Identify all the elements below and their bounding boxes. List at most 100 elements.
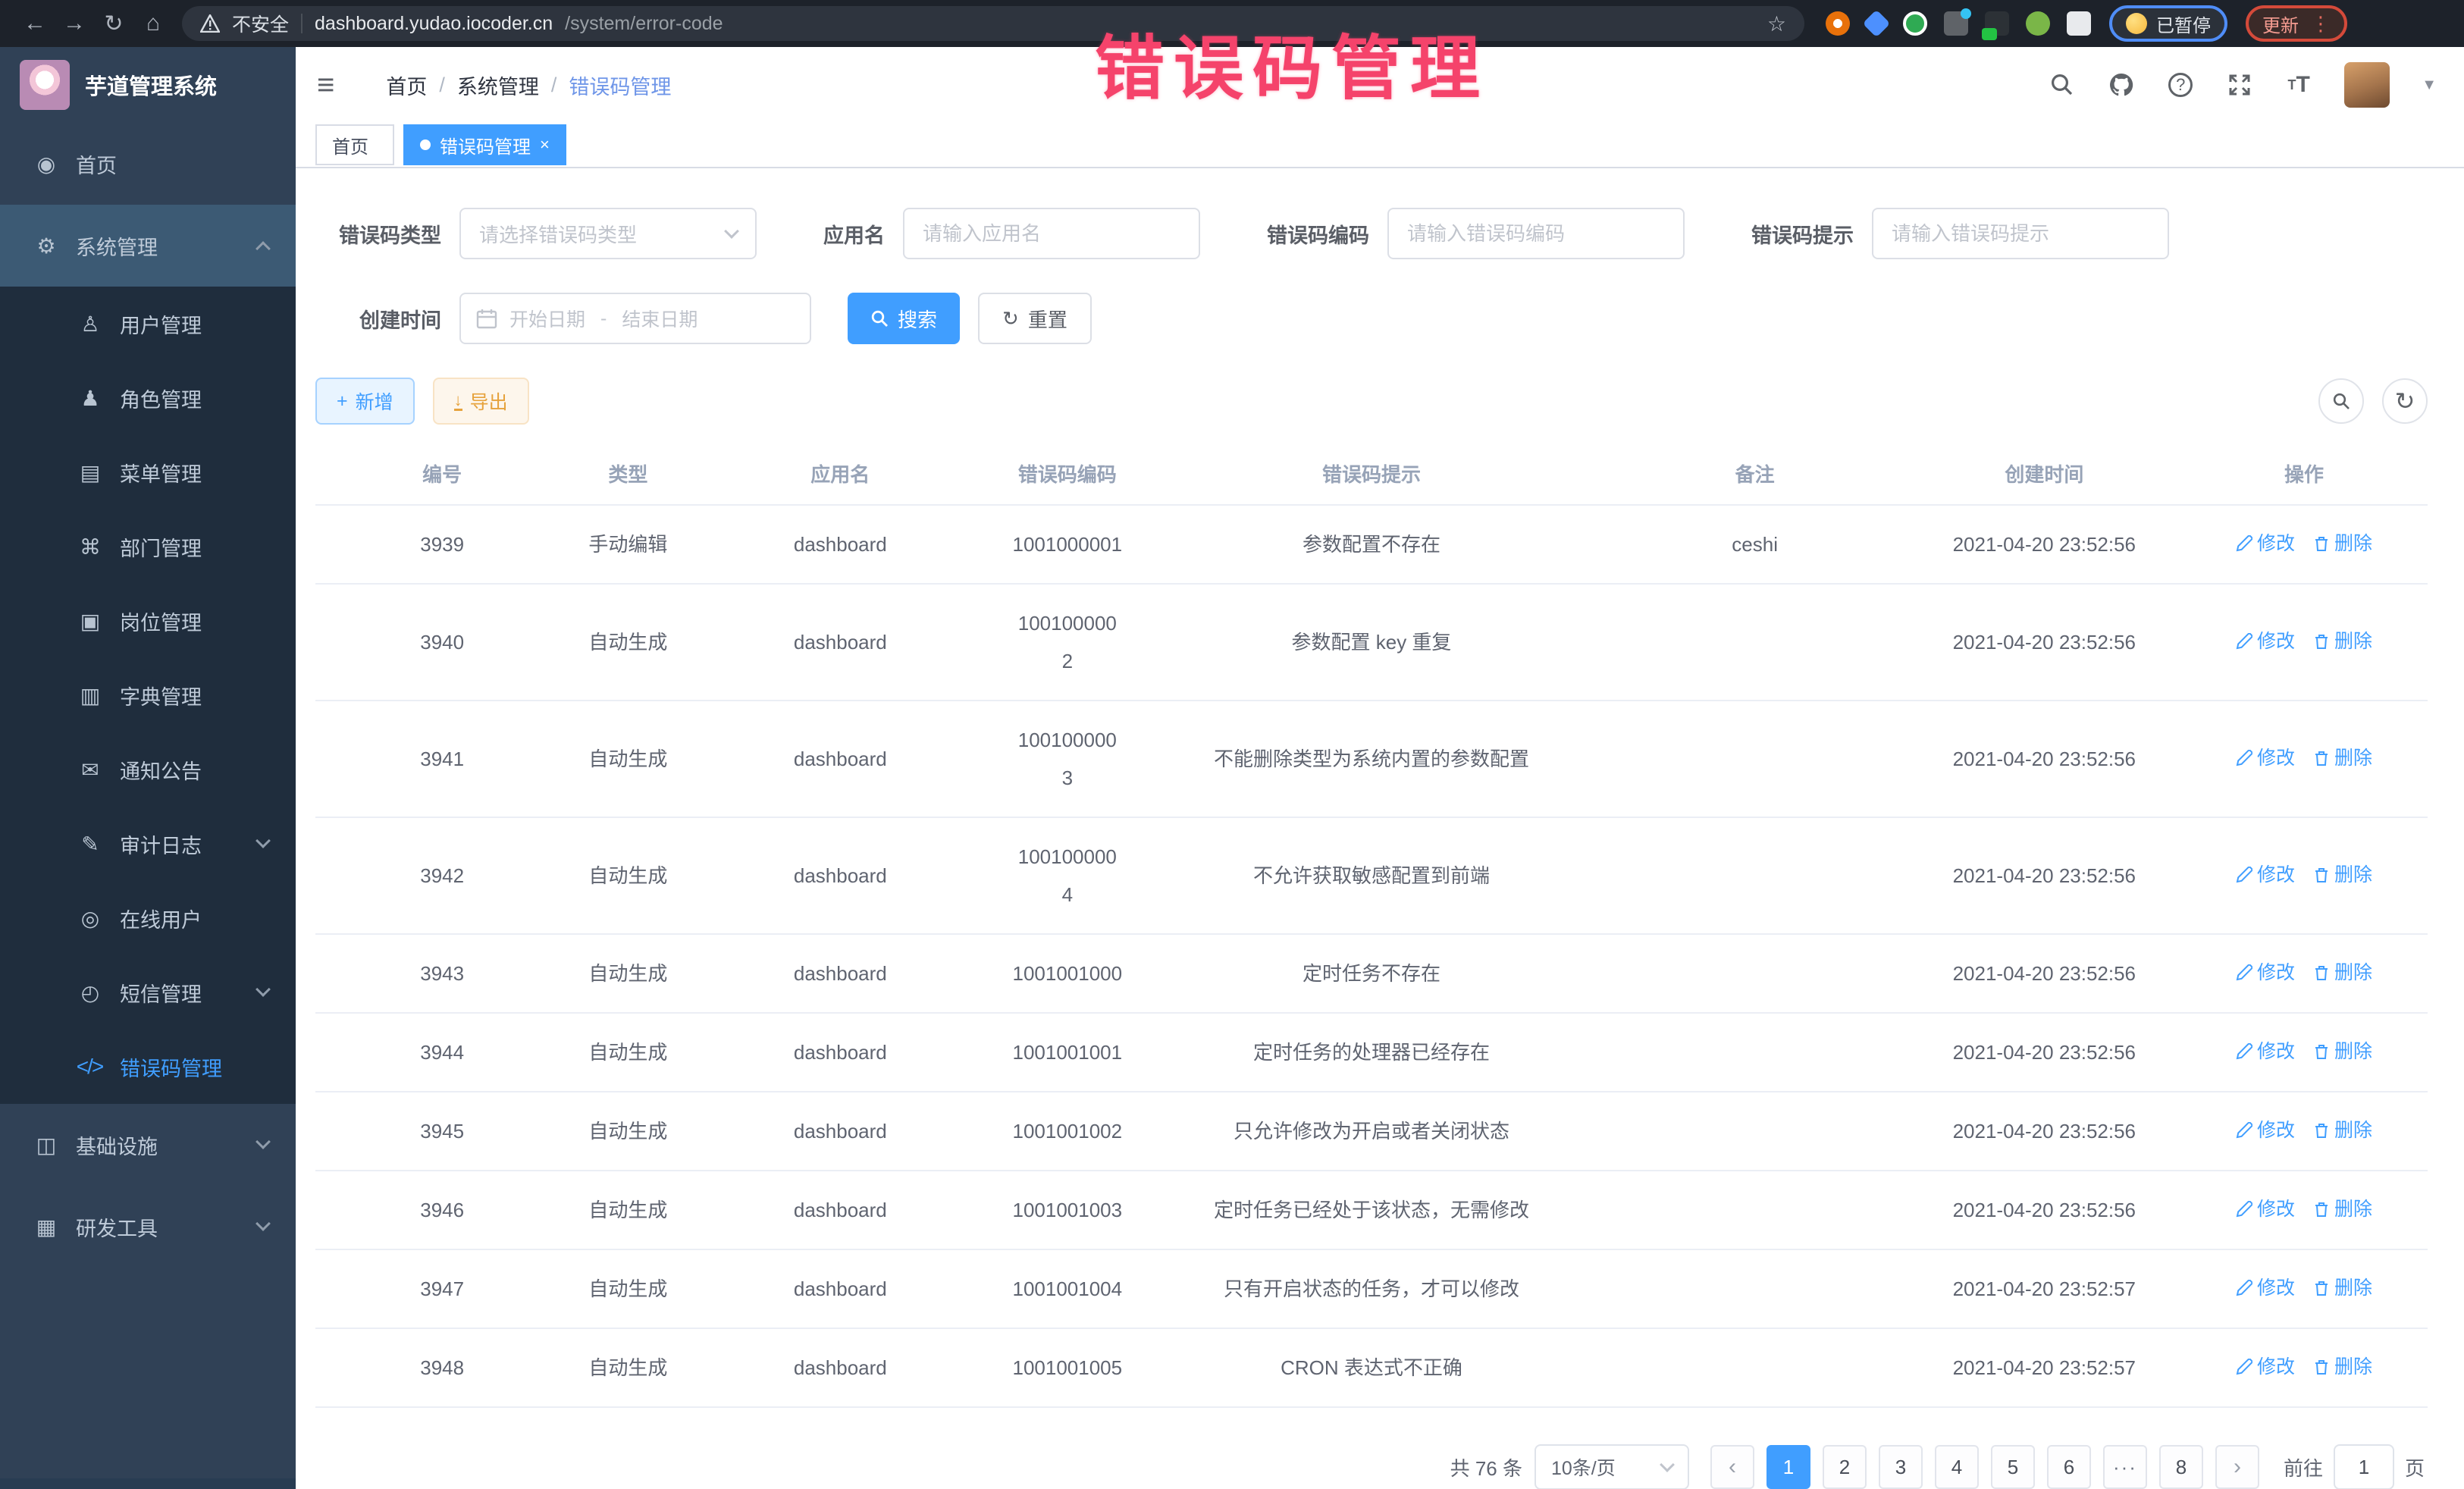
sidebar-menu-item[interactable]: ✉ 通知公告 <box>0 732 296 807</box>
delete-link[interactable]: 删除 <box>2313 625 2372 657</box>
page-button[interactable]: 5 <box>1991 1445 2035 1489</box>
export-button[interactable]: ↓ 导出 <box>433 378 529 425</box>
delete-link[interactable]: 删除 <box>2313 859 2372 891</box>
search-button[interactable]: 搜索 <box>848 293 960 344</box>
bookmark-star-icon[interactable]: ☆ <box>1767 11 1786 36</box>
extension-icon-2[interactable] <box>1863 10 1891 38</box>
goto-page-input[interactable] <box>2334 1444 2394 1489</box>
sidebar-menu-item[interactable]: ◎ 在线用户 <box>0 881 296 955</box>
app-name-input[interactable] <box>903 208 1200 259</box>
page-button[interactable]: 2 <box>1823 1445 1867 1489</box>
cell-create-time: 2021-04-20 23:52:56 <box>1908 1013 2180 1092</box>
extension-icon-3[interactable] <box>1903 11 1927 36</box>
sidebar-menu-item[interactable]: ♙ 用户管理 <box>0 287 296 361</box>
page-button[interactable]: 3 <box>1879 1445 1923 1489</box>
sidebar-menu-item[interactable]: ⚙ 系统管理 <box>0 205 296 287</box>
table-row[interactable]: 3948 自动生成 dashboard 1001001005 CRON 表达式不… <box>315 1328 2428 1407</box>
error-code-input[interactable] <box>1387 208 1685 259</box>
page-button[interactable]: 6 <box>2047 1445 2091 1489</box>
reload-icon[interactable]: ↻ <box>94 11 133 37</box>
sidebar-menu-item[interactable]: ▦ 研发工具 <box>0 1186 296 1268</box>
hamburger-icon[interactable]: ≡ <box>317 68 334 102</box>
page-tab[interactable]: 错误码管理 × <box>403 124 566 165</box>
puzzle-extensions-icon[interactable] <box>2067 11 2091 36</box>
next-page-button[interactable]: › <box>2215 1445 2259 1489</box>
page-size-select[interactable]: 10条/页 <box>1535 1444 1689 1489</box>
extension-icon-4[interactable] <box>1944 11 1968 36</box>
page-button[interactable]: ··· <box>2103 1445 2147 1489</box>
edit-link[interactable]: 修改 <box>2236 957 2295 989</box>
sidebar-menu-item[interactable]: ▤ 菜单管理 <box>0 435 296 509</box>
table-row[interactable]: 3943 自动生成 dashboard 1001001000 定时任务不存在 2… <box>315 934 2428 1013</box>
sidebar-menu-item[interactable]: ▥ 字典管理 <box>0 658 296 732</box>
delete-link[interactable]: 删除 <box>2313 1114 2372 1146</box>
extension-icon-1[interactable] <box>1826 11 1850 36</box>
table-row[interactable]: 3940 自动生成 dashboard 100100000 2 参数配置 key… <box>315 584 2428 701</box>
page-button[interactable]: 4 <box>1935 1445 1979 1489</box>
avatar-caret-icon[interactable]: ▼ <box>2422 77 2437 94</box>
breadcrumb-item[interactable]: 系统管理 <box>457 71 539 100</box>
tab-close-icon[interactable]: × <box>540 135 550 155</box>
breadcrumb-item[interactable]: 首页 <box>386 71 427 100</box>
fullscreen-icon[interactable] <box>2226 71 2253 99</box>
delete-link[interactable]: 删除 <box>2313 1351 2372 1383</box>
edit-link[interactable]: 修改 <box>2236 625 2295 657</box>
table-row[interactable]: 3945 自动生成 dashboard 1001001002 只允许修改为开启或… <box>315 1092 2428 1171</box>
font-size-icon[interactable]: TT <box>2285 71 2312 99</box>
table-row[interactable]: 3944 自动生成 dashboard 1001001001 定时任务的处理器已… <box>315 1013 2428 1092</box>
edit-link[interactable]: 修改 <box>2236 528 2295 560</box>
table-row[interactable]: 3947 自动生成 dashboard 1001001004 只有开启状态的任务… <box>315 1249 2428 1328</box>
sidebar-collapse-bar[interactable] <box>0 1478 296 1489</box>
address-bar[interactable]: 不安全 dashboard.yudao.iocoder.cn/system/er… <box>182 6 1804 41</box>
add-button[interactable]: + 新增 <box>315 378 415 425</box>
sidebar-menu-item[interactable]: ♟ 角色管理 <box>0 361 296 435</box>
edit-link[interactable]: 修改 <box>2236 1036 2295 1067</box>
home-icon[interactable]: ⌂ <box>133 11 173 36</box>
toggle-search-button[interactable] <box>2318 378 2364 424</box>
page-button[interactable]: 8 <box>2159 1445 2203 1489</box>
github-icon[interactable] <box>2108 71 2135 99</box>
prev-page-button[interactable]: ‹ <box>1710 1445 1754 1489</box>
date-range-picker[interactable]: 开始日期 - 结束日期 <box>459 293 811 344</box>
search-icon[interactable] <box>2049 71 2076 99</box>
back-icon[interactable]: ← <box>15 11 55 36</box>
sidebar-menu-item[interactable]: ◴ 短信管理 <box>0 955 296 1030</box>
edit-link[interactable]: 修改 <box>2236 1272 2295 1304</box>
browser-update-button[interactable]: 更新 ⋮ <box>2246 5 2347 42</box>
table-row[interactable]: 3941 自动生成 dashboard 100100000 3 不能删除类型为系… <box>315 701 2428 817</box>
profile-paused-chip[interactable]: 已暂停 <box>2109 5 2227 42</box>
delete-link[interactable]: 删除 <box>2313 742 2372 774</box>
browser-menu-icon[interactable]: ⋮ <box>2311 12 2331 36</box>
page-button[interactable]: 1 <box>1766 1445 1810 1489</box>
error-hint-input[interactable] <box>1872 208 2169 259</box>
edit-link[interactable]: 修改 <box>2236 1114 2295 1146</box>
extension-icon-6[interactable] <box>2026 11 2050 36</box>
delete-link[interactable]: 删除 <box>2313 1272 2372 1304</box>
reset-button[interactable]: ↻ 重置 <box>978 293 1092 344</box>
error-type-select[interactable]: 请选择错误码类型 <box>459 208 757 259</box>
delete-link[interactable]: 删除 <box>2313 528 2372 560</box>
page-tab[interactable]: 首页 <box>315 124 394 165</box>
delete-link[interactable]: 删除 <box>2313 1193 2372 1225</box>
delete-link[interactable]: 删除 <box>2313 1036 2372 1067</box>
delete-link[interactable]: 删除 <box>2313 957 2372 989</box>
table-row[interactable]: 3946 自动生成 dashboard 1001001003 定时任务已经处于该… <box>315 1171 2428 1249</box>
sidebar-menu-item[interactable]: ◉ 首页 <box>0 123 296 205</box>
forward-icon[interactable]: → <box>55 11 94 36</box>
user-avatar[interactable] <box>2344 62 2390 108</box>
edit-link[interactable]: 修改 <box>2236 1351 2295 1383</box>
breadcrumb-item[interactable]: 错误码管理 <box>569 71 671 100</box>
sidebar-menu-item[interactable]: ◫ 基础设施 <box>0 1104 296 1186</box>
sidebar-menu-item[interactable]: ✎ 审计日志 <box>0 807 296 881</box>
help-icon[interactable]: ? <box>2167 71 2194 99</box>
table-row[interactable]: 3939 手动编辑 dashboard 1001000001 参数配置不存在 c… <box>315 505 2428 584</box>
edit-link[interactable]: 修改 <box>2236 859 2295 891</box>
sidebar-menu-item[interactable]: </> 错误码管理 <box>0 1030 296 1104</box>
edit-link[interactable]: 修改 <box>2236 742 2295 774</box>
sidebar-menu-item[interactable]: ⌘ 部门管理 <box>0 509 296 584</box>
sidebar-menu-item[interactable]: ▣ 岗位管理 <box>0 584 296 658</box>
table-row[interactable]: 3942 自动生成 dashboard 100100000 4 不允许获取敏感配… <box>315 817 2428 934</box>
refresh-button[interactable]: ↻ <box>2382 378 2428 424</box>
edit-link[interactable]: 修改 <box>2236 1193 2295 1225</box>
extension-icon-5[interactable] <box>1985 11 2009 36</box>
